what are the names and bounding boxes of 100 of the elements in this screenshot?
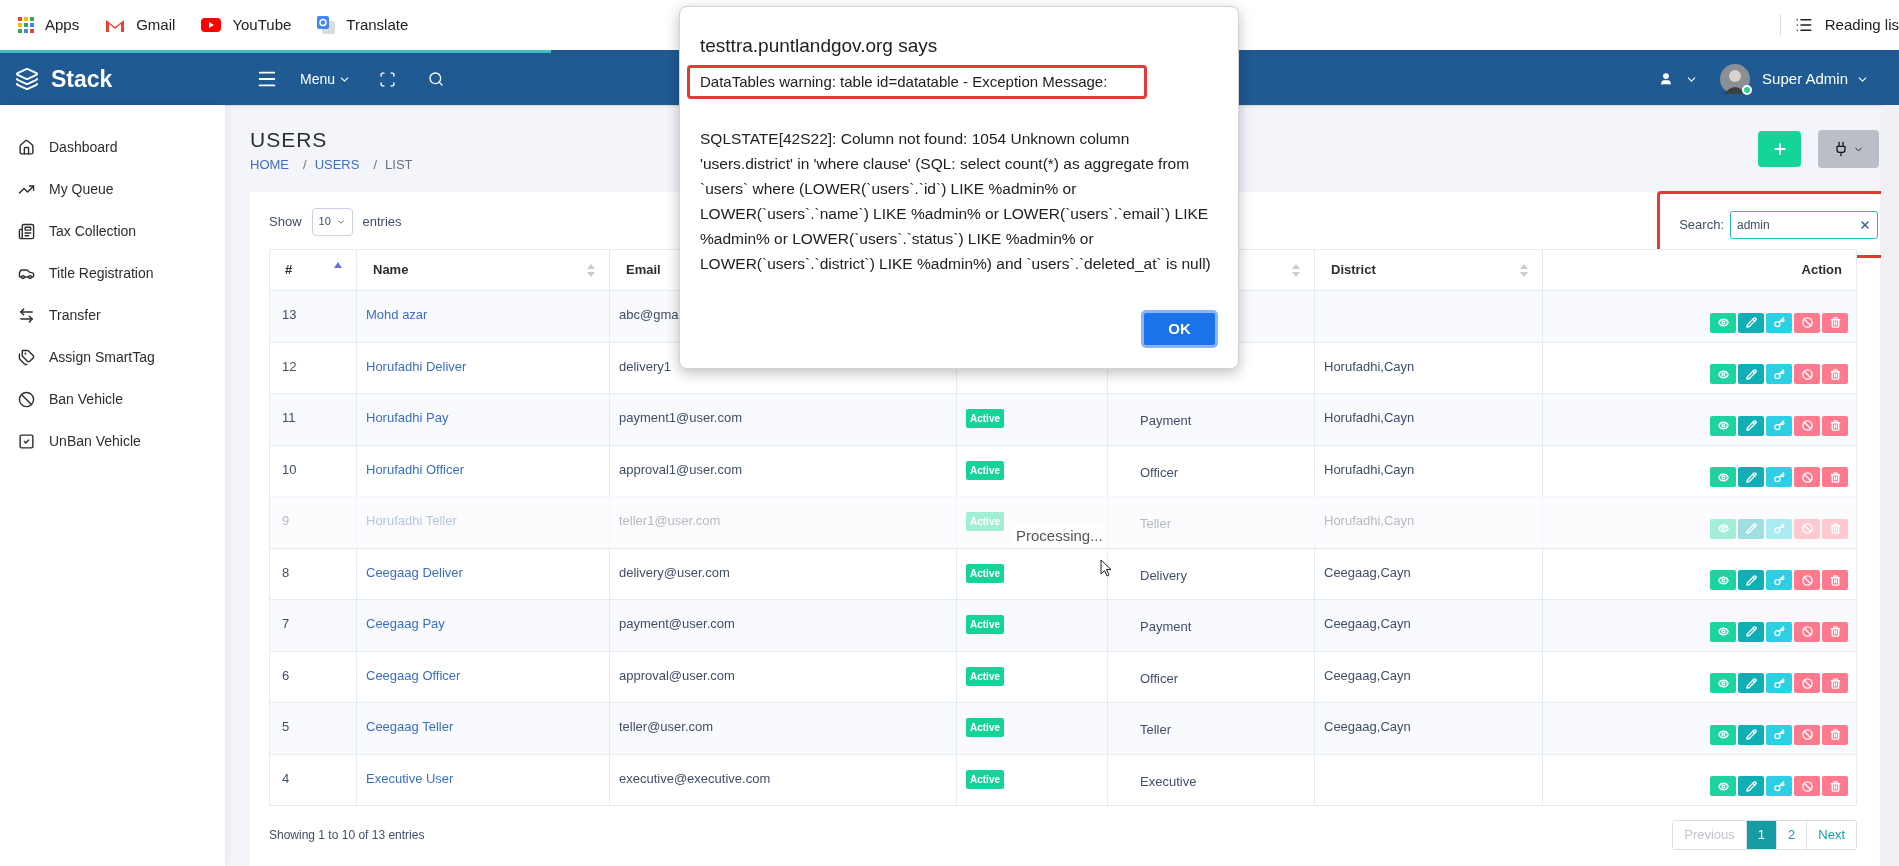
key-button[interactable]: [1766, 415, 1792, 436]
user-name-link[interactable]: Ceegaag Officer: [366, 667, 461, 683]
view-button[interactable]: [1710, 467, 1736, 487]
breadcrumb-link[interactable]: HOME: [250, 155, 289, 175]
user-name-link[interactable]: Horufadhi Deliver: [366, 358, 467, 374]
ban-button[interactable]: [1794, 621, 1820, 642]
delete-button[interactable]: [1822, 364, 1848, 384]
user-name-link[interactable]: Horufadhi Pay: [366, 410, 449, 425]
ban-button[interactable]: [1794, 776, 1820, 796]
view-button[interactable]: [1710, 776, 1736, 796]
column-header[interactable]: Name: [371, 260, 409, 280]
edit-button[interactable]: [1738, 776, 1764, 796]
edit-button[interactable]: [1738, 415, 1764, 436]
user-name-link[interactable]: Ceegaag Pay: [366, 616, 445, 631]
sort-icon[interactable]: [587, 263, 595, 277]
ban-button[interactable]: [1794, 570, 1820, 590]
edit-button[interactable]: [1738, 467, 1764, 487]
mail-icon: [105, 17, 126, 33]
table-cell: Payment: [1140, 413, 1192, 428]
key-icon: [1773, 729, 1785, 740]
fullscreen-icon[interactable]: [379, 70, 397, 88]
column-header[interactable]: District: [1329, 260, 1376, 280]
view-button[interactable]: [1710, 621, 1736, 642]
sidebar-item[interactable]: My Queue: [0, 168, 225, 210]
key-button[interactable]: [1766, 673, 1792, 693]
page-size-select[interactable]: 10: [311, 207, 353, 236]
delete-button[interactable]: [1822, 415, 1848, 436]
ban-button[interactable]: [1794, 364, 1820, 384]
user-name-link[interactable]: Ceegaag Teller: [366, 719, 454, 734]
user-name-link[interactable]: Executive User: [366, 770, 454, 786]
edit-button[interactable]: [1738, 364, 1764, 384]
delete-button[interactable]: [1822, 776, 1848, 796]
ban-button[interactable]: [1794, 467, 1820, 487]
delete-button[interactable]: [1822, 570, 1848, 590]
sort-ascending-icon[interactable]: [334, 262, 342, 268]
delete-button[interactable]: [1822, 673, 1848, 693]
view-button[interactable]: [1710, 312, 1736, 333]
search-icon[interactable]: [428, 71, 445, 87]
user-name-link[interactable]: Mohd azar: [366, 307, 428, 322]
edit-button[interactable]: [1738, 621, 1764, 642]
edit-button[interactable]: [1738, 312, 1764, 333]
sidebar-item[interactable]: Assign SmartTag: [0, 336, 225, 378]
sidebar-item[interactable]: Tax Collection: [0, 210, 225, 252]
column-header[interactable]: #: [284, 260, 293, 280]
ban-button[interactable]: [1794, 312, 1820, 333]
sort-icon[interactable]: [1520, 263, 1528, 277]
key-button[interactable]: [1766, 724, 1792, 745]
key-button[interactable]: [1766, 621, 1792, 642]
bookmark-link[interactable]: YouTube: [201, 13, 292, 37]
bookmark-link[interactable]: Apps: [18, 13, 80, 37]
edit-button[interactable]: [1738, 724, 1764, 745]
view-button[interactable]: [1710, 364, 1736, 384]
trash-icon: [1829, 626, 1841, 637]
key-button[interactable]: [1766, 776, 1792, 796]
tags-icon: [18, 348, 35, 366]
key-button[interactable]: [1766, 364, 1792, 384]
view-button[interactable]: [1710, 673, 1736, 693]
edit-button[interactable]: [1738, 570, 1764, 590]
delete-button[interactable]: [1822, 312, 1848, 333]
sort-icon[interactable]: [1292, 263, 1300, 277]
ok-button[interactable]: OK: [1141, 310, 1218, 348]
ban-button[interactable]: [1794, 724, 1820, 745]
breadcrumb-link[interactable]: USERS: [314, 155, 360, 175]
table-cell: 13: [282, 307, 297, 322]
bookmark-link[interactable]: Gmail: [105, 13, 176, 37]
sidebar-item[interactable]: Transfer: [0, 294, 225, 336]
delete-button[interactable]: [1822, 467, 1848, 487]
sidebar-item[interactable]: Ban Vehicle: [0, 378, 225, 420]
user-name-link[interactable]: Ceegaag Deliver: [366, 564, 463, 580]
column-header[interactable]: Email: [624, 260, 661, 280]
view-button[interactable]: [1710, 415, 1736, 436]
ban-button[interactable]: [1794, 673, 1820, 693]
delete-button[interactable]: [1822, 724, 1848, 745]
menu-dropdown[interactable]: Menu: [300, 68, 352, 90]
bookmark-link[interactable]: Translate: [317, 13, 409, 37]
reading-list-link[interactable]: Reading lis: [1794, 13, 1899, 37]
edit-button[interactable]: [1738, 673, 1764, 693]
dialog-message: SQLSTATE[42S22]: Column not found: 1054 Unknown column 'users.district' in 'where clause' (SQL: select count(*) as aggregate from `users` where (LOWER(`users`.`id`) LIKE %admin% or LOWER(`users`.`name`) LIKE %admin% or LOWER(`users`.`email`) LIKE %admin% or LOWER(`users`.`status`) LIKE %admin% or LOWER(`users`.`district`) LIKE %admin%) and `users`.`deleted_at` is null): [700, 128, 1212, 274]
key-icon: [1773, 368, 1785, 380]
key-icon: [1773, 574, 1785, 586]
key-button[interactable]: [1766, 570, 1792, 590]
view-button[interactable]: [1710, 724, 1736, 745]
plugin-dropdown-button[interactable]: [1818, 130, 1879, 168]
user-name-dropdown[interactable]: Super Admin: [1762, 67, 1869, 91]
column-header[interactable]: Action: [1799, 260, 1842, 280]
key-button[interactable]: [1766, 312, 1792, 333]
ban-button[interactable]: [1794, 415, 1820, 436]
pencil-icon: [1745, 523, 1757, 534]
user-name-link[interactable]: Horufadhi Officer: [366, 461, 465, 477]
search-field[interactable]: admin: [1730, 211, 1878, 239]
clear-icon[interactable]: [1859, 219, 1871, 231]
view-button[interactable]: [1710, 570, 1736, 590]
add-button[interactable]: [1758, 131, 1801, 167]
sidebar-item[interactable]: Dashboard: [0, 126, 225, 168]
pencil-icon: [1745, 317, 1757, 328]
sidebar-item[interactable]: Title Registration: [0, 252, 225, 294]
avatar[interactable]: [1720, 64, 1751, 94]
key-button[interactable]: [1766, 467, 1792, 487]
sidebar-item[interactable]: UnBan Vehicle: [0, 420, 225, 462]
delete-button[interactable]: [1822, 621, 1848, 642]
